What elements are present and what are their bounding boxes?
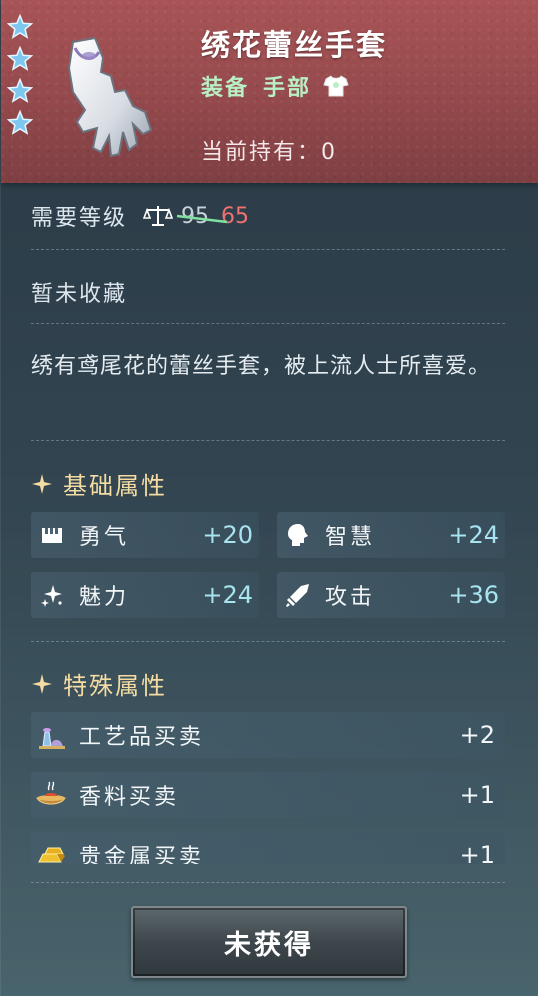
divider	[31, 440, 505, 441]
special-attributes-label: 特殊属性	[63, 672, 167, 700]
level-label: 需要等级	[31, 206, 128, 231]
level-requirement: 需要等级 95 65	[31, 200, 249, 232]
stat-value: +24	[448, 521, 499, 549]
courage-icon	[42, 528, 62, 543]
trade-craft: 工艺品买卖 +2	[31, 712, 505, 758]
stat-value: +24	[202, 581, 253, 609]
sword-icon	[286, 584, 309, 607]
base-attributes-title: 基础属性	[31, 466, 167, 501]
craft-icon	[39, 728, 65, 749]
trade-list[interactable]: 工艺品买卖 +2 香料买卖 +1 贵金属买卖 +1	[1, 700, 538, 864]
special-attributes-title: 特殊属性	[31, 666, 167, 701]
item-header: 绣花蕾丝手套 装备 手部 当前持有：0	[1, 0, 538, 183]
balance-scale-icon	[143, 206, 174, 226]
trade-name: 工艺品买卖	[79, 725, 205, 750]
divider	[31, 323, 505, 324]
item-detail-panel: 绣花蕾丝手套 装备 手部 当前持有：0 需要等级 95 65 暂未收藏 绣有鸢尾…	[0, 0, 538, 996]
divider	[31, 641, 505, 642]
stat-value: +20	[202, 521, 253, 549]
owned-count: 当前持有：0	[201, 134, 337, 166]
item-type-sub: 手部	[263, 76, 312, 101]
item-name: 绣花蕾丝手套	[201, 28, 388, 62]
spice-icon	[36, 781, 66, 805]
stat-name: 攻击	[325, 585, 376, 610]
sparkle-icon	[32, 473, 52, 494]
stat-value: +36	[448, 581, 499, 609]
stat-name: 勇气	[79, 525, 130, 550]
star-icon	[7, 46, 33, 71]
level-original: 95	[176, 204, 228, 229]
stat-charm: 魅力 +24	[31, 572, 259, 618]
item-description: 绣有鸢尾花的蕾丝手套，被上流人士所喜爱。	[31, 354, 492, 379]
stat-wisdom: 智慧 +24	[277, 512, 505, 558]
trade-name: 贵金属买卖	[79, 845, 205, 864]
trade-value: +1	[459, 781, 495, 809]
shirt-icon	[323, 75, 349, 97]
trade-name: 香料买卖	[79, 785, 180, 810]
sparkle-icon	[32, 673, 52, 694]
owned-label: 当前持有：	[201, 140, 322, 165]
owned-value: 0	[321, 140, 338, 165]
star-icon	[7, 110, 33, 135]
base-attributes-label: 基础属性	[63, 472, 167, 500]
stat-attack: 攻击 +36	[277, 572, 505, 618]
trade-value: +2	[459, 721, 495, 749]
stat-courage: 勇气 +20	[31, 512, 259, 558]
gold-icon	[38, 847, 65, 863]
collect-status: 暂未收藏	[31, 282, 128, 307]
star-icon	[7, 78, 33, 103]
wisdom-icon	[288, 524, 308, 546]
divider	[31, 249, 505, 250]
rarity-stars	[7, 14, 37, 142]
star-icon	[7, 14, 33, 39]
strikethrough-mark	[176, 214, 228, 223]
trade-precious-metal: 贵金属买卖 +1	[31, 832, 505, 864]
divider	[31, 882, 505, 883]
trade-value: +1	[459, 841, 495, 864]
glove-icon	[67, 36, 153, 158]
charm-icon	[41, 585, 62, 607]
stat-name: 智慧	[325, 525, 376, 550]
not-obtained-button[interactable]: 未获得	[131, 906, 407, 978]
item-type-main: 装备	[201, 76, 250, 101]
stat-name: 魅力	[79, 585, 130, 610]
item-type: 装备 手部	[201, 70, 349, 102]
trade-spice: 香料买卖 +1	[31, 772, 505, 818]
